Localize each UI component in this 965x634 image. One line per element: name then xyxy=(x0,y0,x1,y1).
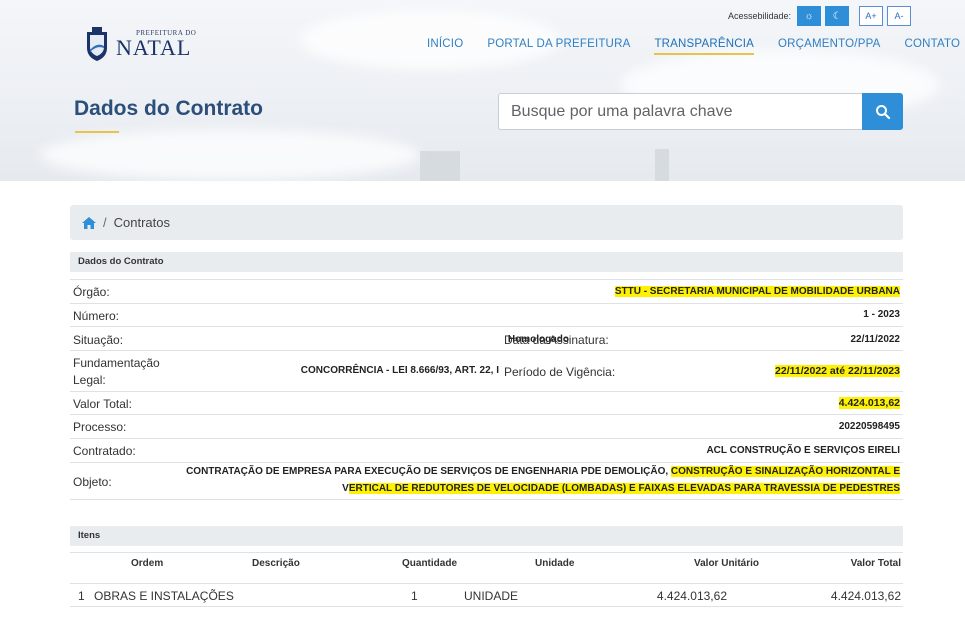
table-row: 1 OBRAS E INSTALAÇÕES 1 UNIDADE 4.424.01… xyxy=(70,583,903,607)
item-valor-total: 4.424.013,62 xyxy=(830,589,901,603)
breadcrumb-separator: / xyxy=(103,215,107,230)
row-objeto: Objeto: CONTRATAÇÃO DE EMPRESA PARA EXEC… xyxy=(70,462,903,500)
page-title: Dados do Contrato xyxy=(74,97,263,120)
col-ordem: Ordem xyxy=(131,558,164,569)
bg-building xyxy=(655,149,669,181)
fundamentacao-label-1: Fundamentação xyxy=(73,356,160,370)
orgao-label: Órgão: xyxy=(73,285,110,299)
main-nav: INÍCIO PORTAL DA PREFEITURA TRANSPARÊNCI… xyxy=(427,38,965,55)
col-unidade: Unidade xyxy=(535,558,575,569)
accessibility-label: Acessebilidade: xyxy=(728,11,792,21)
accessibility-bar: Acessebilidade: ☼ ☾ A+ A- xyxy=(728,6,912,26)
nav-contato[interactable]: CONTATO xyxy=(904,38,960,55)
row-situacao: Situação: Homologado Data da Assinatura:… xyxy=(70,326,903,350)
objeto-line-1-text: CONTRATAÇÃO DE EMPRESA PARA EXECUÇÃO DE … xyxy=(186,466,671,477)
contratado-label: Contratado: xyxy=(73,444,136,458)
item-quantidade: 1 xyxy=(411,589,418,603)
fundamentacao-value: CONCORRÊNCIA - LEI 8.666/93, ART. 22, I xyxy=(300,365,499,376)
search-button[interactable] xyxy=(862,93,903,130)
col-valor-unitario: Valor Unitário xyxy=(693,558,759,569)
items-section-header: Itens xyxy=(70,526,903,546)
breadcrumb: / Contratos xyxy=(70,205,903,240)
search-icon xyxy=(875,104,890,119)
vigencia-value: 22/11/2022 até 22/11/2023 xyxy=(775,365,900,377)
site-logo[interactable]: PREFEITURA DO NATAL xyxy=(84,26,196,62)
valor-label: Valor Total: xyxy=(73,397,132,411)
row-processo: Processo: 20220598495 xyxy=(70,414,903,438)
nav-orcamento[interactable]: ORÇAMENTO/PPA xyxy=(778,38,881,55)
nav-inicio[interactable]: INÍCIO xyxy=(427,38,463,55)
item-ordem: 1 xyxy=(78,589,85,603)
vigencia-label: Período de Vigência: xyxy=(504,365,616,379)
col-quantidade: Quantidade xyxy=(402,558,458,569)
item-descricao: OBRAS E INSTALAÇÕES xyxy=(94,589,234,603)
breadcrumb-current[interactable]: Contratos xyxy=(114,215,170,230)
bg-building xyxy=(420,151,460,181)
home-icon[interactable] xyxy=(82,216,96,229)
bg-cloud xyxy=(40,130,420,180)
moon-icon[interactable]: ☾ xyxy=(825,6,850,26)
logo-title: NATAL xyxy=(116,34,192,60)
row-contratado: Contratado: ACL CONSTRUÇÃO E SERVIÇOS EI… xyxy=(70,438,903,462)
items-table-header: Ordem Descrição Quantidade Unidade Valor… xyxy=(70,552,903,574)
row-fundamentacao: Fundamentação Legal: CONCORRÊNCIA - LEI … xyxy=(70,350,903,391)
col-descricao: Descrição xyxy=(252,558,300,569)
col-valor-total: Valor Total xyxy=(850,558,901,569)
title-underline xyxy=(75,131,119,133)
row-orgao: Órgão: STTU - SECRETARIA MUNICIPAL DE MO… xyxy=(70,279,903,303)
numero-label: Número: xyxy=(73,309,120,323)
data-assinatura-label: Data da Assinatura: xyxy=(504,333,609,347)
fundamentacao-label-2: Legal: xyxy=(73,373,106,387)
contract-section-header: Dados do Contrato xyxy=(70,252,903,272)
contratado-value: ACL CONSTRUÇÃO E SERVIÇOS EIRELI xyxy=(706,445,900,456)
orgao-value: STTU - SECRETARIA MUNICIPAL DE MOBILIDAD… xyxy=(614,286,900,297)
sun-icon[interactable]: ☼ xyxy=(797,6,822,26)
font-decrease-button[interactable]: A- xyxy=(887,6,912,26)
objeto-line-1: CONTRATAÇÃO DE EMPRESA PARA EXECUÇÃO DE … xyxy=(186,466,900,477)
objeto-line-2-highlight: ERTICAL DE REDUTORES DE VELOCIDADE (LOMB… xyxy=(348,483,900,494)
crest-icon xyxy=(87,27,107,61)
search-bar xyxy=(498,93,903,130)
nav-transparencia[interactable]: TRANSPARÊNCIA xyxy=(654,38,754,55)
numero-value: 1 - 2023 xyxy=(863,309,900,320)
processo-label: Processo: xyxy=(73,420,127,434)
objeto-line-2-text: V xyxy=(342,483,349,494)
font-increase-button[interactable]: A+ xyxy=(859,6,884,26)
search-input[interactable] xyxy=(498,93,862,130)
valor-value: 4.424.013,62 xyxy=(838,397,900,409)
item-valor-unitario: 4.424.013,62 xyxy=(656,589,727,603)
objeto-line-2: VERTICAL DE REDUTORES DE VELOCIDADE (LOM… xyxy=(342,483,900,494)
row-numero: Número: 1 - 2023 xyxy=(70,303,903,326)
objeto-label: Objeto: xyxy=(73,475,112,489)
situacao-label: Situação: xyxy=(73,333,124,347)
data-assinatura-value: 22/11/2022 xyxy=(850,334,901,345)
item-unidade: UNIDADE xyxy=(464,589,519,603)
row-valor: Valor Total: 4.424.013,62 xyxy=(70,391,903,414)
objeto-line-1-highlight: CONSTRUÇÃO E SINALIZAÇÃO HORIZONTAL E xyxy=(670,466,900,477)
processo-value: 20220598495 xyxy=(838,421,900,432)
nav-portal[interactable]: PORTAL DA PREFEITURA xyxy=(487,38,630,55)
